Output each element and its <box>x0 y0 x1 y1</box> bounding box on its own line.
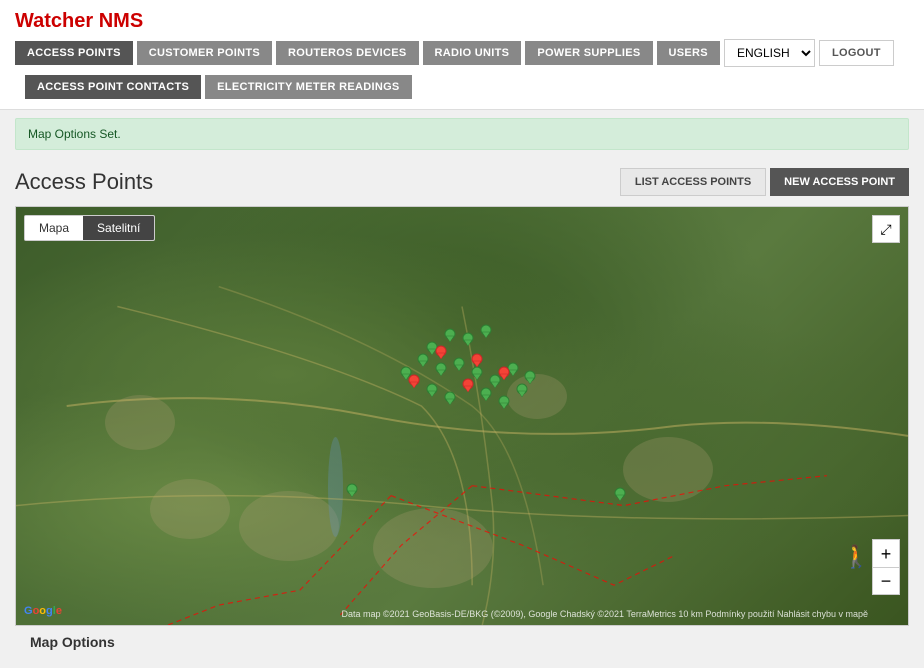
page-title: Access Points <box>15 169 153 195</box>
map-tab-satelitni[interactable]: Satelitní <box>83 216 154 240</box>
map-marker-red[interactable] <box>462 378 474 394</box>
map-fullscreen-button[interactable]: ⤢ <box>872 215 900 243</box>
urban-patch <box>239 491 339 561</box>
map-attribution: Data map ©2021 GeoBasis-DE/BKG (©2009), … <box>342 609 868 619</box>
app-logo: Watcher NMS <box>15 10 143 33</box>
nav-access-points[interactable]: ACCESS POINTS <box>15 41 133 65</box>
list-access-points-button[interactable]: LIST ACCESS POINTS <box>620 168 766 196</box>
nav-users[interactable]: USERS <box>657 41 720 65</box>
map-zoom-controls: + − <box>872 539 900 595</box>
map-marker-green[interactable] <box>435 362 447 378</box>
section-header: Access Points LIST ACCESS POINTS NEW ACC… <box>15 168 909 196</box>
alert-message: Map Options Set. <box>28 127 121 141</box>
map-options-section[interactable]: Map Options <box>15 626 909 658</box>
nav-access-point-contacts[interactable]: ACCESS POINT CONTACTS <box>25 75 201 99</box>
alert-bar: Map Options Set. <box>15 118 909 150</box>
nav-customer-points[interactable]: CUSTOMER POINTS <box>137 41 272 65</box>
map-marker-green[interactable] <box>426 383 438 399</box>
map-marker-red[interactable] <box>408 374 420 390</box>
map-options-label: Map Options <box>30 634 115 650</box>
map-marker-red[interactable] <box>498 366 510 382</box>
map-marker-red[interactable] <box>435 345 447 361</box>
map-marker-green[interactable] <box>444 391 456 407</box>
map-marker-green[interactable] <box>346 483 358 499</box>
map-marker-green[interactable] <box>498 395 510 411</box>
map-marker-green[interactable] <box>480 324 492 340</box>
urban-patch <box>373 508 493 588</box>
logout-button[interactable]: LOGOUT <box>819 40 894 66</box>
urban-patch <box>623 437 713 502</box>
map-marker-green[interactable] <box>444 328 456 344</box>
language-select[interactable]: ENGLISH <box>724 39 815 67</box>
map-person-icon: 🚶 <box>843 544 870 570</box>
map-marker-red[interactable] <box>471 353 483 369</box>
map-container[interactable]: Mapa Satelitní ⤢ <box>15 206 909 626</box>
urban-patch <box>150 479 230 539</box>
map-tab-mapa[interactable]: Mapa <box>25 216 83 240</box>
fullscreen-icon: ⤢ <box>880 221 891 238</box>
map-marker-green[interactable] <box>480 387 492 403</box>
urban-patch <box>105 395 175 450</box>
map-tabs: Mapa Satelitní <box>24 215 155 241</box>
nav-radio-units[interactable]: RADIO UNITS <box>423 41 522 65</box>
map-marker-green[interactable] <box>516 383 528 399</box>
logo-text-watcher: Watcher <box>15 10 93 32</box>
secondary-nav: ACCESS POINT CONTACTS ELECTRICITY METER … <box>25 75 909 99</box>
logo-text-nms: NMS <box>99 10 143 32</box>
map-marker-green[interactable] <box>462 332 474 348</box>
nav-electricity-meter[interactable]: ELECTRICITY METER READINGS <box>205 75 411 99</box>
map-zoom-out-button[interactable]: − <box>872 567 900 595</box>
map-zoom-in-button[interactable]: + <box>872 539 900 567</box>
map-marker-green[interactable] <box>453 357 465 373</box>
main-nav: ACCESS POINTS CUSTOMER POINTS ROUTEROS D… <box>15 39 894 67</box>
main-content: Access Points LIST ACCESS POINTS NEW ACC… <box>0 158 924 668</box>
nav-routeros-devices[interactable]: ROUTEROS DEVICES <box>276 41 418 65</box>
google-logo: Google <box>24 605 62 617</box>
action-buttons: LIST ACCESS POINTS NEW ACCESS POINT <box>620 168 909 196</box>
map-marker-green[interactable] <box>614 487 626 503</box>
nav-power-supplies[interactable]: POWER SUPPLIES <box>525 41 652 65</box>
header: Watcher NMS ACCESS POINTS CUSTOMER POINT… <box>0 0 924 110</box>
new-access-point-button[interactable]: NEW ACCESS POINT <box>770 168 909 196</box>
